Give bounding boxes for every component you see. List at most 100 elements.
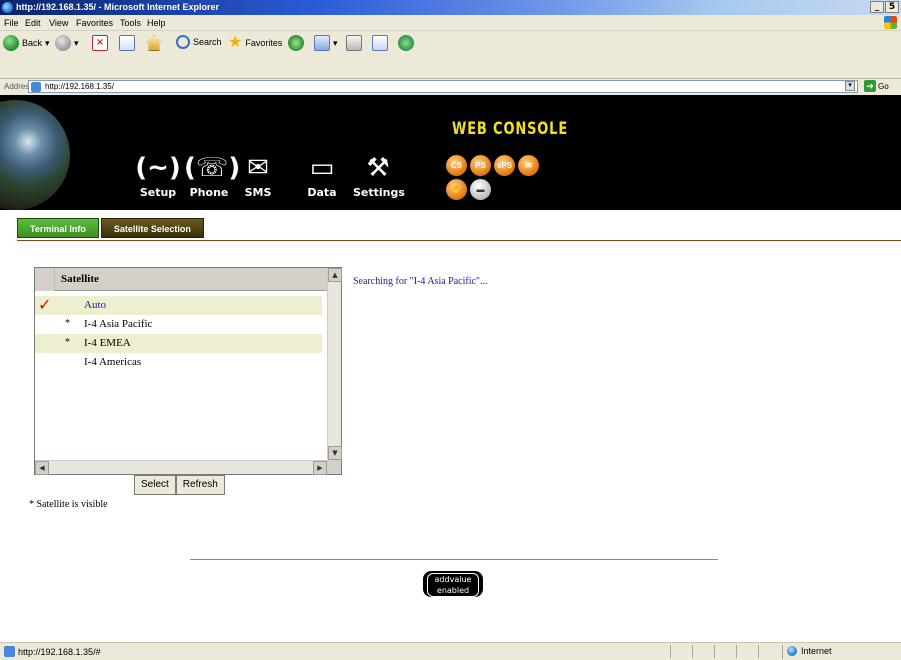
menu-bar: File Edit View Favorites Tools Help [0,15,901,31]
refresh-browser-button[interactable] [119,35,135,51]
menu-edit[interactable]: Edit [25,18,41,28]
scroll-corner [327,460,341,474]
restore-button[interactable]: 5 [885,1,899,13]
sps-service-icon[interactable]: sPS [494,155,515,176]
addvalue-logo: addvalue enabled [423,571,483,597]
search-button[interactable]: Search [176,35,222,49]
cs-service-icon[interactable]: CS [446,155,467,176]
home-icon [146,35,162,51]
mail-dropdown-icon[interactable]: ▾ [333,38,338,49]
toolbar: Back ▾ ▾ × Search ★ Favorites ▾ [0,31,901,79]
page-status-icon [4,646,15,657]
earth-image [0,100,70,210]
print-icon [346,35,362,51]
forward-arrow-icon [55,35,71,51]
globe-icon [787,646,797,656]
home-button[interactable] [146,35,162,51]
scroll-down-icon[interactable]: ▼ [328,446,342,460]
list-item[interactable]: I-4 Americas [35,353,322,372]
favorites-label: Favorites [245,38,283,48]
stop-button[interactable]: × [92,35,108,51]
scroll-up-icon[interactable]: ▲ [328,268,342,282]
back-button[interactable]: Back ▾ [3,35,50,51]
console-banner: WEB CONSOLE (~) Setup (☏) Phone ✉ SMS ▭ … [0,95,901,210]
nav-phone[interactable]: (☏) Phone [184,150,241,199]
messenger-icon [398,35,414,51]
header-check-column [35,268,55,291]
nav-setup[interactable]: (~) Setup [133,150,183,199]
mail-button[interactable]: ▾ [314,35,338,51]
forward-dropdown-icon[interactable]: ▾ [74,38,79,49]
forward-button[interactable]: ▾ [55,35,79,51]
search-label: Search [193,37,222,47]
browser-window: http://192.168.1.35/ - Microsoft Interne… [0,0,901,660]
scroll-right-icon[interactable]: ▶ [313,461,327,475]
history-button[interactable] [288,35,304,51]
satellite-name: I-4 Asia Pacific [84,318,153,330]
status-bar: http://192.168.1.35/# Internet [0,642,901,660]
disk-service-icon[interactable]: ▬ [470,179,491,200]
edit-icon [372,35,388,51]
go-arrow-icon: ➔ [864,80,876,92]
refresh-button[interactable]: Refresh [175,475,225,495]
address-url: http://192.168.1.35/ [45,82,114,91]
address-dropdown-icon[interactable]: ▾ [845,81,855,91]
nav-data[interactable]: ▭ Data [297,150,347,199]
ps-service-icon[interactable]: PS [470,155,491,176]
windows-logo-icon [884,16,897,29]
list-item[interactable]: ✓ Auto [35,296,322,315]
nav-settings[interactable]: ⚒ Settings [353,150,405,199]
back-dropdown-icon[interactable]: ▾ [45,38,50,49]
menu-view[interactable]: View [49,18,68,28]
page-icon [31,82,41,92]
scroll-left-icon[interactable]: ◀ [35,461,49,475]
status-cell [758,645,776,658]
nav-sms[interactable]: ✉ SMS [233,150,283,199]
list-header: Satellite [35,268,328,291]
status-cell [736,645,754,658]
status-cell [714,645,732,658]
message-service-icon[interactable]: ✉ [518,155,539,176]
monitor-icon: ▭ [309,153,335,183]
satellite-listbox[interactable]: Satellite ✓ Auto * I-4 Asia Pacific * I-… [34,267,342,475]
list-buttons: Select Refresh [134,475,225,495]
footer-divider [190,559,718,560]
address-input[interactable]: http://192.168.1.35/ [28,80,858,93]
hand-service-icon[interactable]: ✋ [446,179,467,200]
history-icon [288,35,304,51]
tab-terminal-info[interactable]: Terminal Info [17,218,99,238]
messenger-button[interactable] [398,35,414,51]
header-satellite: Satellite [61,273,99,285]
checkmark-icon: ✓ [38,295,52,314]
nav-phone-label: Phone [189,186,229,199]
nav-setup-label: Setup [139,186,177,199]
logo-line2: enabled [436,586,470,595]
menu-file[interactable]: File [4,18,19,28]
tab-satellite-selection[interactable]: Satellite Selection [100,218,204,238]
security-zone: Internet [782,645,897,659]
visible-marker: * [65,337,70,348]
horizontal-scrollbar[interactable]: ◀ ▶ [35,460,327,475]
phone-icon: (☏) [184,153,241,183]
satellite-name: Auto [84,299,106,311]
search-status-message: Searching for "I-4 Asia Pacific"... [353,276,488,287]
logo-line1: addvalue [434,575,472,584]
list-item[interactable]: * I-4 EMEA [35,334,322,353]
menu-tools[interactable]: Tools [120,18,141,28]
print-button[interactable] [346,35,362,51]
satellite-name: I-4 Americas [84,356,142,368]
page-content: WEB CONSOLE (~) Setup (☏) Phone ✉ SMS ▭ … [0,95,901,642]
address-bar: Address http://192.168.1.35/ ▾ ➔ Go [0,79,901,94]
list-item[interactable]: * I-4 Asia Pacific [35,315,322,334]
menu-favorites[interactable]: Favorites [76,18,113,28]
satellite-name: I-4 EMEA [84,337,131,349]
favorites-button[interactable]: ★ Favorites [228,35,282,51]
minimize-button[interactable]: _ [870,1,884,13]
edit-page-button[interactable] [372,35,388,51]
tools-icon: ⚒ [366,153,390,183]
menu-help[interactable]: Help [147,18,166,28]
select-button[interactable]: Select [134,475,176,495]
zone-label: Internet [801,646,832,656]
vertical-scrollbar[interactable]: ▲ ▼ [327,268,342,460]
go-button[interactable]: ➔ Go [864,80,889,92]
